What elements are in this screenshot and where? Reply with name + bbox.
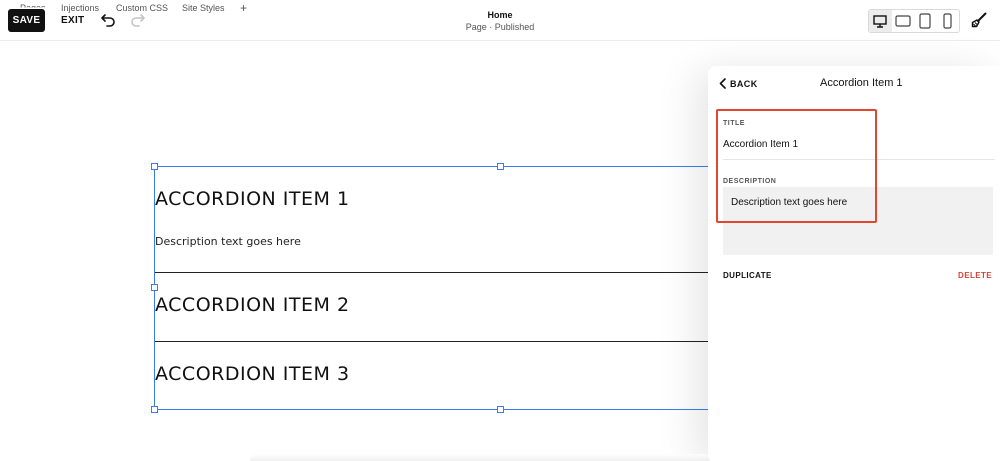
desktop-icon [873, 14, 887, 28]
mobile-icon [943, 13, 952, 29]
accordion-item-description: Description text goes here [155, 235, 301, 248]
accordion-item-title: ACCORDION ITEM 1 [155, 188, 350, 210]
accordion-item-2[interactable]: ACCORDION ITEM 2 [155, 273, 755, 342]
resize-handle-bottom-left[interactable] [151, 406, 158, 413]
bottom-edge-shadow [250, 454, 710, 461]
accordion-item-3[interactable]: ACCORDION ITEM 3 [155, 342, 755, 411]
accordion-item-1[interactable]: ACCORDION ITEM 1 Description text goes h… [155, 167, 755, 273]
editor-toolbar: Pages Injections Custom CSS Site Styles … [0, 0, 1000, 41]
page-title: Home [487, 10, 513, 20]
chevron-left-icon [719, 78, 726, 89]
resize-handle-top-left[interactable] [151, 163, 158, 170]
tablet-portrait-view-button[interactable] [914, 10, 937, 32]
tablet-landscape-icon [895, 15, 911, 27]
desktop-view-button[interactable] [869, 10, 892, 32]
page-status: Page · Published [465, 22, 535, 32]
resize-handle-top-center[interactable] [497, 163, 504, 170]
accordion-item-title: ACCORDION ITEM 2 [155, 294, 350, 316]
paintbrush-icon[interactable] [970, 11, 988, 29]
back-label: BACK [730, 78, 758, 89]
panel-title: Accordion Item 1 [820, 77, 903, 89]
mobile-view-button[interactable] [937, 10, 960, 32]
duplicate-button[interactable]: DUPLICATE [723, 271, 772, 280]
item-edit-panel: BACK Accordion Item 1 TITLE Accordion It… [708, 66, 1000, 461]
back-button[interactable]: BACK [719, 78, 758, 89]
device-switcher [868, 9, 960, 33]
accordion-block[interactable]: ACCORDION ITEM 1 Description text goes h… [151, 163, 755, 413]
resize-handle-middle-left[interactable] [151, 284, 158, 291]
highlight-box [716, 109, 877, 223]
resize-handle-bottom-center[interactable] [497, 406, 504, 413]
tablet-landscape-view-button[interactable] [892, 10, 915, 32]
delete-button[interactable]: DELETE [958, 271, 992, 280]
accordion-item-title: ACCORDION ITEM 3 [155, 363, 350, 385]
tablet-portrait-icon [919, 13, 931, 29]
